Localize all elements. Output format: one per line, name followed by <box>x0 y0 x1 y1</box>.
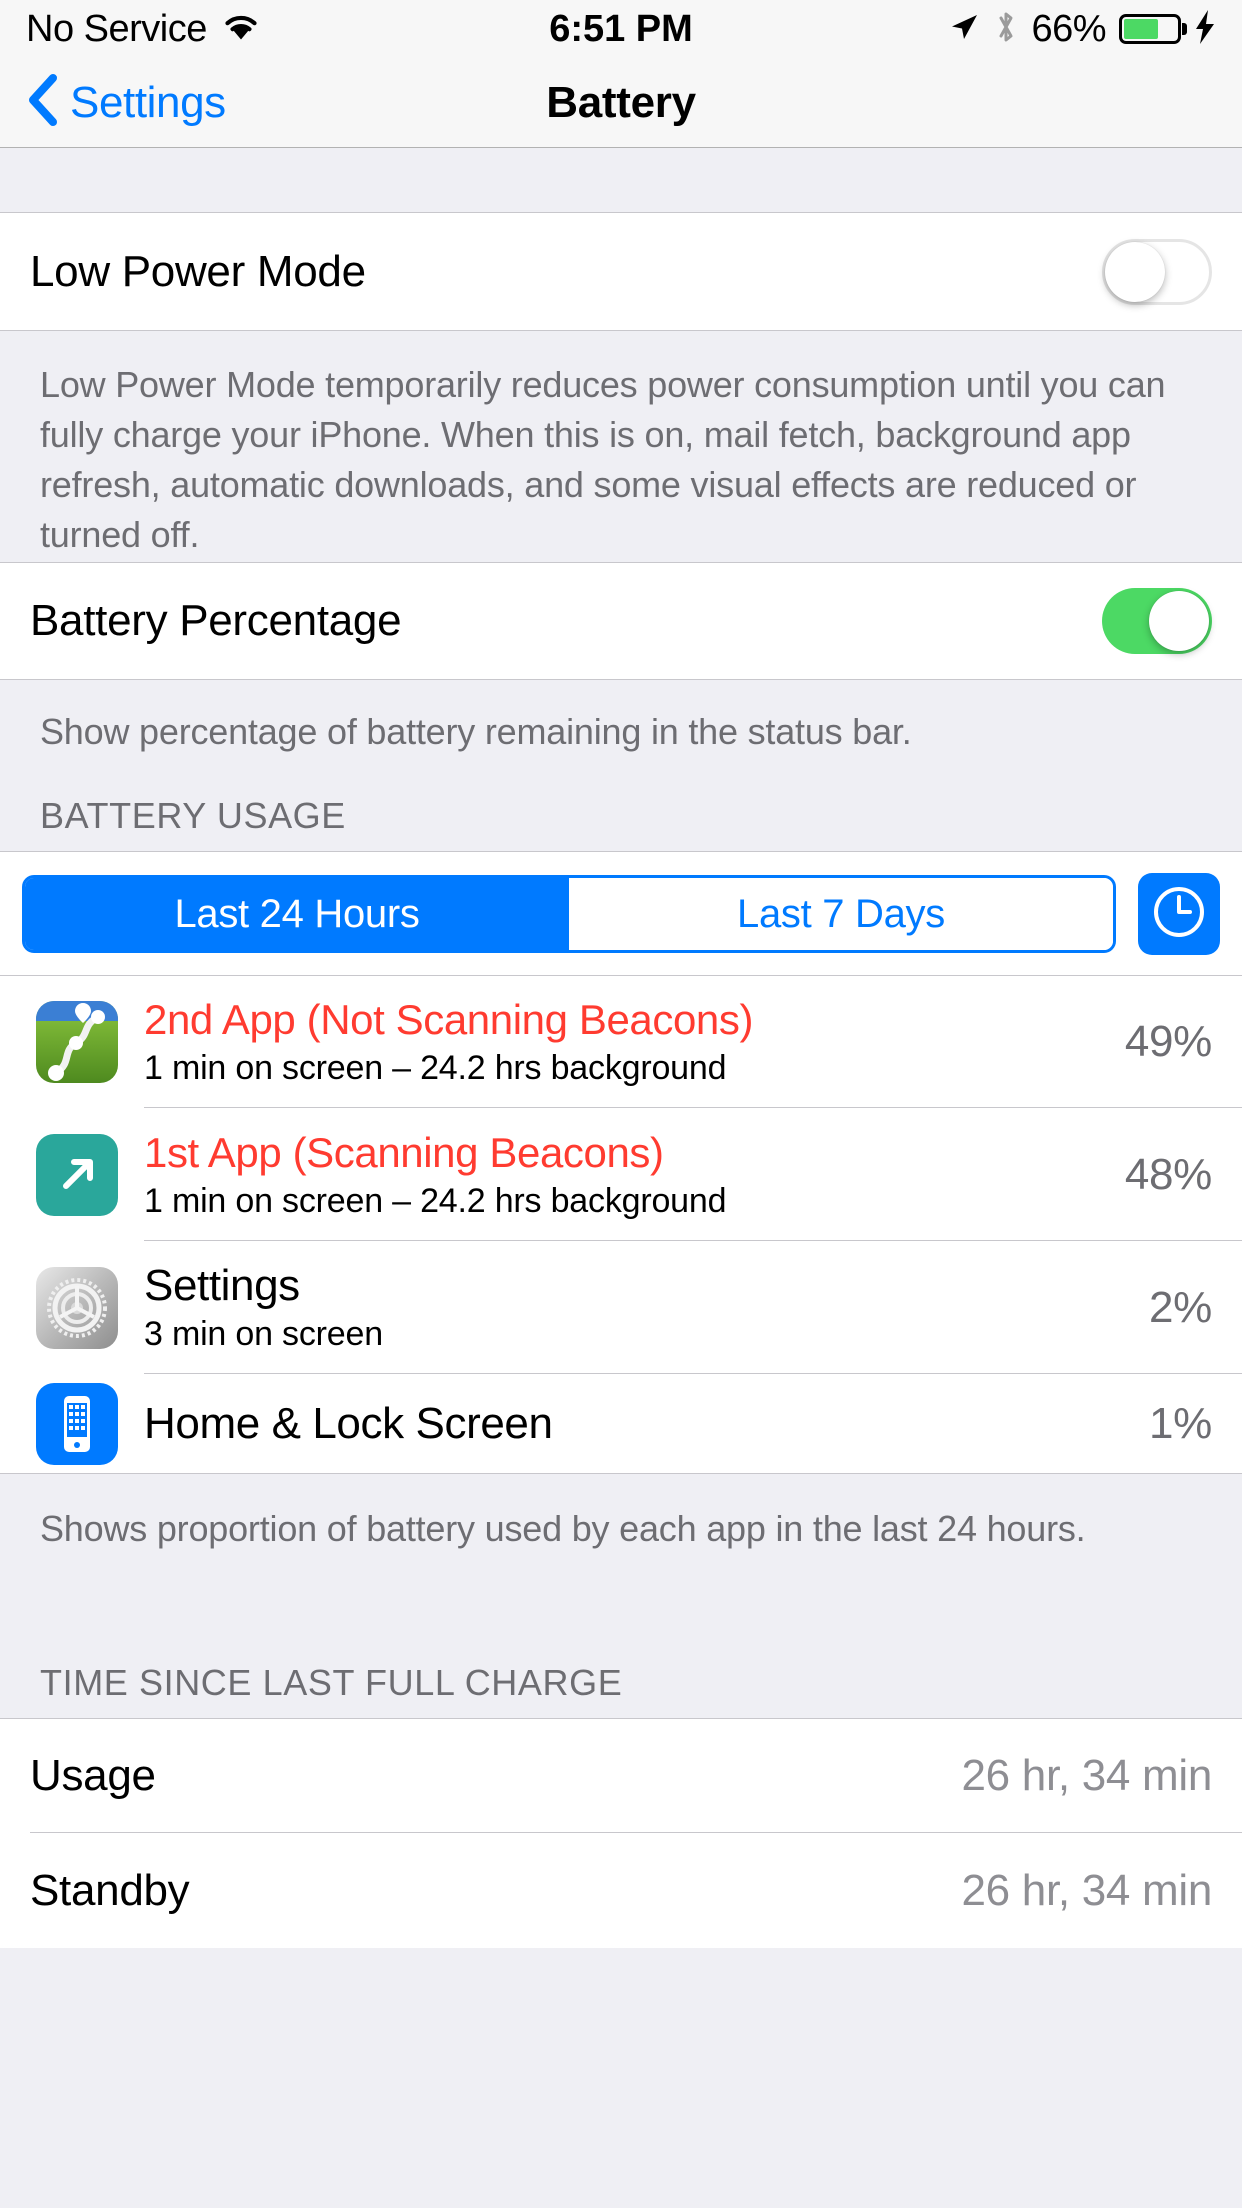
carrier-label: No Service <box>26 7 207 50</box>
bluetooth-icon <box>994 9 1018 50</box>
battery-percent-label: 66% <box>1031 7 1106 50</box>
battery-percentage-label: Battery Percentage <box>30 595 402 645</box>
switch-knob <box>1149 590 1209 651</box>
usage-period-segmented-control[interactable]: Last 24 Hours Last 7 Days <box>22 875 1116 953</box>
tab-last-24-hours[interactable]: Last 24 Hours <box>25 878 569 950</box>
low-power-mode-switch[interactable] <box>1102 238 1212 305</box>
app-usage-detail: 1 min on screen – 24.2 hrs background <box>144 1048 727 1087</box>
back-button[interactable]: Settings <box>0 73 226 132</box>
battery-usage-app-row[interactable]: 2nd App (Not Scanning Beacons) 1 min on … <box>0 975 1242 1108</box>
location-arrow-icon <box>947 10 981 49</box>
app-info: 1st App (Scanning Beacons) 1 min on scre… <box>144 1127 1125 1223</box>
app-info: Home & Lock Screen <box>144 1398 1149 1450</box>
time-since-charge-header: TIME SINCE LAST FULL CHARGE <box>0 1626 1242 1718</box>
battery-usage-app-row[interactable]: 1st App (Scanning Beacons) 1 min on scre… <box>0 1108 1242 1241</box>
clock-icon <box>1150 883 1208 946</box>
switch-knob <box>1105 241 1165 302</box>
battery-percentage-footer-text: Show percentage of battery remaining in … <box>40 711 912 752</box>
teal-arrow-app-icon <box>36 1133 118 1216</box>
section-gap-top <box>0 148 1242 213</box>
low-power-mode-footer: Low Power Mode temporarily reduces power… <box>0 330 1242 562</box>
battery-usage-footer: Shows proportion of battery used by each… <box>0 1474 1242 1626</box>
home-lock-screen-icon <box>36 1383 118 1465</box>
show-time-button[interactable] <box>1138 873 1220 955</box>
battery-percentage-footer: Show percentage of battery remaining in … <box>0 679 1242 759</box>
app-battery-percent: 49% <box>1124 1016 1212 1066</box>
usage-time-label: Usage <box>30 1750 156 1800</box>
app-name: Home & Lock Screen <box>144 1399 553 1448</box>
chevron-left-icon <box>26 73 60 132</box>
lightning-bolt-icon <box>1194 9 1216 50</box>
tab-last-7-days[interactable]: Last 7 Days <box>569 878 1113 950</box>
standby-time-row: Standby 26 hr, 34 min <box>0 1833 1242 1948</box>
app-battery-percent: 2% <box>1149 1282 1212 1332</box>
low-power-mode-footer-text: Low Power Mode temporarily reduces power… <box>40 364 1166 555</box>
app-battery-percent: 1% <box>1149 1399 1212 1448</box>
row-separator <box>0 1473 1242 1474</box>
settings-gear-icon <box>36 1266 118 1349</box>
back-button-label: Settings <box>70 77 226 127</box>
usage-time-value: 26 hr, 34 min <box>961 1750 1213 1800</box>
app-info: Settings 3 min on screen <box>144 1260 1149 1356</box>
battery-usage-header: BATTERY USAGE <box>0 759 1242 851</box>
standby-time-value: 26 hr, 34 min <box>961 1865 1213 1915</box>
usage-time-row: Usage 26 hr, 34 min <box>0 1718 1242 1833</box>
low-power-mode-row[interactable]: Low Power Mode <box>0 213 1242 330</box>
wifi-icon <box>221 11 261 48</box>
status-bar-right: 66% <box>947 8 1216 51</box>
battery-usage-header-text: BATTERY USAGE <box>40 795 346 836</box>
navigation-bar: Settings Battery <box>0 58 1242 148</box>
time-since-charge-header-text: TIME SINCE LAST FULL CHARGE <box>40 1662 623 1703</box>
battery-usage-app-row[interactable]: Home & Lock Screen 1% <box>0 1374 1242 1474</box>
battery-settings-screen: No Service 6:51 PM 66% Settings Battery … <box>0 0 1242 2208</box>
battery-percentage-switch[interactable] <box>1102 587 1212 654</box>
low-power-mode-label: Low Power Mode <box>30 246 366 296</box>
app-info: 2nd App (Not Scanning Beacons) 1 min on … <box>144 994 1125 1090</box>
battery-usage-footer-text: Shows proportion of battery used by each… <box>40 1508 1086 1549</box>
maps-app-icon <box>36 1000 118 1083</box>
app-name: 2nd App (Not Scanning Beacons) <box>144 995 754 1043</box>
status-bar-left: No Service <box>26 8 261 51</box>
app-name: 1st App (Scanning Beacons) <box>144 1128 664 1176</box>
battery-usage-segment-bar: Last 24 Hours Last 7 Days <box>0 851 1242 975</box>
standby-time-label: Standby <box>30 1865 190 1915</box>
battery-usage-app-row[interactable]: Settings 3 min on screen 2% <box>0 1241 1242 1374</box>
app-name: Settings <box>144 1260 300 1310</box>
battery-icon <box>1119 14 1181 44</box>
battery-percentage-row[interactable]: Battery Percentage <box>0 562 1242 679</box>
app-battery-percent: 48% <box>1124 1149 1212 1199</box>
app-usage-detail: 3 min on screen <box>144 1314 383 1353</box>
app-usage-detail: 1 min on screen – 24.2 hrs background <box>144 1181 727 1220</box>
status-bar: No Service 6:51 PM 66% <box>0 0 1242 58</box>
